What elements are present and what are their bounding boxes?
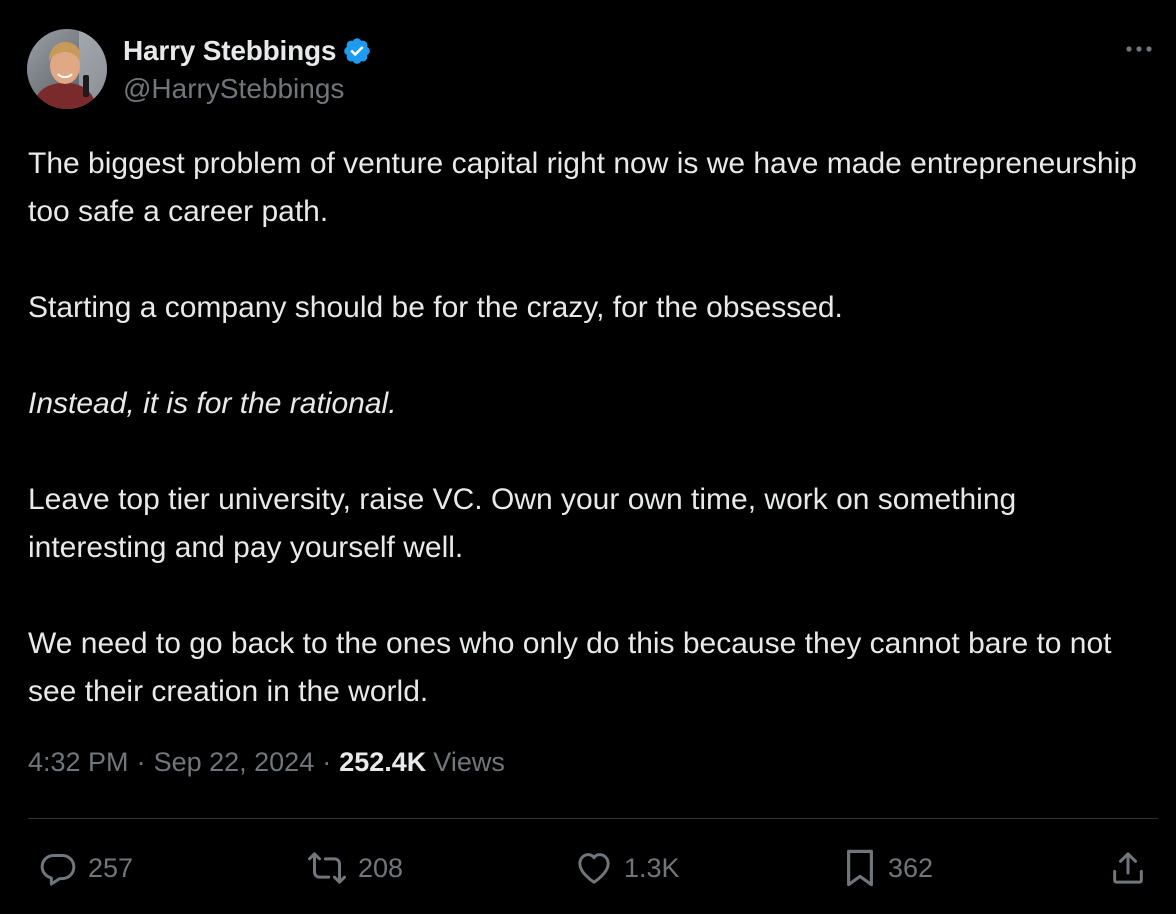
tweet-text: The biggest problem of venture capital r… xyxy=(28,140,1148,716)
views-label: Views xyxy=(433,747,505,777)
meta-separator: · xyxy=(322,747,332,777)
heart-icon xyxy=(578,853,610,884)
more-dots-icon xyxy=(1126,46,1152,52)
action-bar: 257 208 1.3K 362 xyxy=(0,840,1176,896)
avatar[interactable] xyxy=(27,29,107,109)
tweet-paragraph: Leave top tier university, raise VC. Own… xyxy=(28,483,1017,564)
share-button[interactable] xyxy=(1108,840,1148,896)
repost-count: 208 xyxy=(358,852,404,883)
reply-icon xyxy=(40,854,76,886)
tweet-paragraph: We need to go back to the ones who only … xyxy=(28,627,1112,708)
tweet-meta: 4:32 PM · Sep 22, 2024 · 252.4K Views xyxy=(28,747,505,778)
repost-button[interactable]: 208 xyxy=(306,840,403,896)
more-options-button[interactable] xyxy=(1122,36,1156,60)
reply-button[interactable]: 257 xyxy=(38,840,133,896)
views-count[interactable]: 252.4K xyxy=(339,747,426,778)
display-name[interactable]: Harry Stebbings xyxy=(123,35,336,67)
verified-badge-icon xyxy=(342,36,372,66)
reply-count: 257 xyxy=(88,852,134,883)
bookmark-button[interactable]: 362 xyxy=(842,840,933,896)
repost-icon xyxy=(308,852,346,884)
like-count: 1.3K xyxy=(624,852,680,883)
bookmark-count: 362 xyxy=(888,852,934,883)
author-name-row: Harry Stebbings xyxy=(123,33,372,69)
avatar-photo xyxy=(27,29,107,109)
tweet-card: Harry Stebbings @HarryStebbings The bigg… xyxy=(0,0,1176,914)
author-handle[interactable]: @HarryStebbings xyxy=(123,73,344,105)
tweet-paragraph: Instead, it is for the rational. xyxy=(28,387,397,420)
post-date[interactable]: Sep 22, 2024 xyxy=(154,747,315,778)
share-icon xyxy=(1113,852,1143,884)
tweet-paragraph: Starting a company should be for the cra… xyxy=(28,291,843,324)
meta-separator: · xyxy=(136,747,146,777)
divider xyxy=(28,818,1158,819)
tweet-paragraph: The biggest problem of venture capital r… xyxy=(28,147,1137,228)
like-button[interactable]: 1.3K xyxy=(574,840,680,896)
bookmark-icon xyxy=(847,849,873,887)
post-time[interactable]: 4:32 PM xyxy=(28,747,129,778)
